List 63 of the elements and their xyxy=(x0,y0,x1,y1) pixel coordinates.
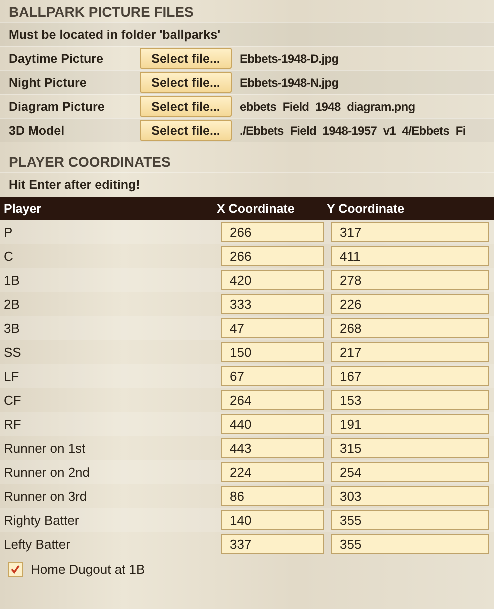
x-coordinate-field[interactable]: 86 xyxy=(221,486,324,506)
y-coordinate-field[interactable]: 167 xyxy=(331,366,489,386)
checkbox-label: Home Dugout at 1B xyxy=(31,562,146,576)
column-header: Y Coordinate xyxy=(327,202,405,216)
field-label: 3D Model xyxy=(9,124,66,138)
field-label: Daytime Picture xyxy=(9,52,104,66)
x-coordinate-field[interactable]: 140 xyxy=(221,510,324,530)
player-name: Runner on 2nd xyxy=(3,464,92,480)
select-file-button[interactable]: Select file... xyxy=(140,48,232,69)
column-header: Player xyxy=(3,202,43,216)
player-name: SS xyxy=(3,344,22,360)
note-text: Must be located in folder 'ballparks' xyxy=(9,28,221,42)
y-coordinate-field[interactable]: 268 xyxy=(331,318,489,338)
player-name: Righty Batter xyxy=(3,512,80,528)
section-title: PLAYER COORDINATES xyxy=(8,153,172,172)
file-name: Ebbets-1948-D.jpg xyxy=(240,52,339,66)
y-coordinate-field[interactable]: 317 xyxy=(331,222,489,242)
player-name: 1B xyxy=(3,272,21,288)
select-file-button[interactable]: Select file... xyxy=(140,96,232,117)
select-file-button[interactable]: Select file... xyxy=(140,72,232,93)
player-name: Lefty Batter xyxy=(3,536,72,552)
player-name: 2B xyxy=(3,296,21,312)
y-coordinate-field[interactable]: 217 xyxy=(331,342,489,362)
player-name: Runner on 3rd xyxy=(3,488,88,504)
player-name: 3B xyxy=(3,320,21,336)
column-header: X Coordinate xyxy=(217,202,296,216)
x-coordinate-field[interactable]: 337 xyxy=(221,534,324,554)
x-coordinate-field[interactable]: 443 xyxy=(221,438,324,458)
field-label: Night Picture xyxy=(9,76,88,90)
x-coordinate-field[interactable]: 264 xyxy=(221,390,324,410)
field-label: Diagram Picture xyxy=(9,100,106,114)
player-name: CF xyxy=(3,392,22,408)
player-name: C xyxy=(3,248,14,264)
x-coordinate-field[interactable]: 420 xyxy=(221,270,324,290)
player-name: LF xyxy=(3,368,20,384)
select-file-button[interactable]: Select file... xyxy=(140,120,232,141)
y-coordinate-field[interactable]: 315 xyxy=(331,438,489,458)
x-coordinate-field[interactable]: 47 xyxy=(221,318,324,338)
x-coordinate-field[interactable]: 67 xyxy=(221,366,324,386)
y-coordinate-field[interactable]: 411 xyxy=(331,246,489,266)
x-coordinate-field[interactable]: 150 xyxy=(221,342,324,362)
x-coordinate-field[interactable]: 440 xyxy=(221,414,324,434)
y-coordinate-field[interactable]: 355 xyxy=(331,534,489,554)
note-text: Hit Enter after editing! xyxy=(9,178,140,192)
x-coordinate-field[interactable]: 224 xyxy=(221,462,324,482)
x-coordinate-field[interactable]: 266 xyxy=(221,246,324,266)
y-coordinate-field[interactable]: 226 xyxy=(331,294,489,314)
y-coordinate-field[interactable]: 303 xyxy=(331,486,489,506)
player-name: RF xyxy=(3,416,22,432)
checkbox[interactable] xyxy=(8,562,23,576)
file-name: ./Ebbets_Field_1948-1957_v1_4/Ebbets_Fi xyxy=(240,124,466,138)
y-coordinate-field[interactable]: 278 xyxy=(331,270,489,290)
y-coordinate-field[interactable]: 191 xyxy=(331,414,489,434)
section-title: BALLPARK PICTURE FILES xyxy=(8,3,195,22)
player-name: P xyxy=(3,224,14,240)
y-coordinate-field[interactable]: 254 xyxy=(331,462,489,482)
player-name: Runner on 1st xyxy=(3,440,87,456)
file-name: Ebbets-1948-N.jpg xyxy=(240,76,339,90)
file-name: ebbets_Field_1948_diagram.png xyxy=(240,100,416,114)
x-coordinate-field[interactable]: 333 xyxy=(221,294,324,314)
x-coordinate-field[interactable]: 266 xyxy=(221,222,324,242)
y-coordinate-field[interactable]: 153 xyxy=(331,390,489,410)
y-coordinate-field[interactable]: 355 xyxy=(331,510,489,530)
